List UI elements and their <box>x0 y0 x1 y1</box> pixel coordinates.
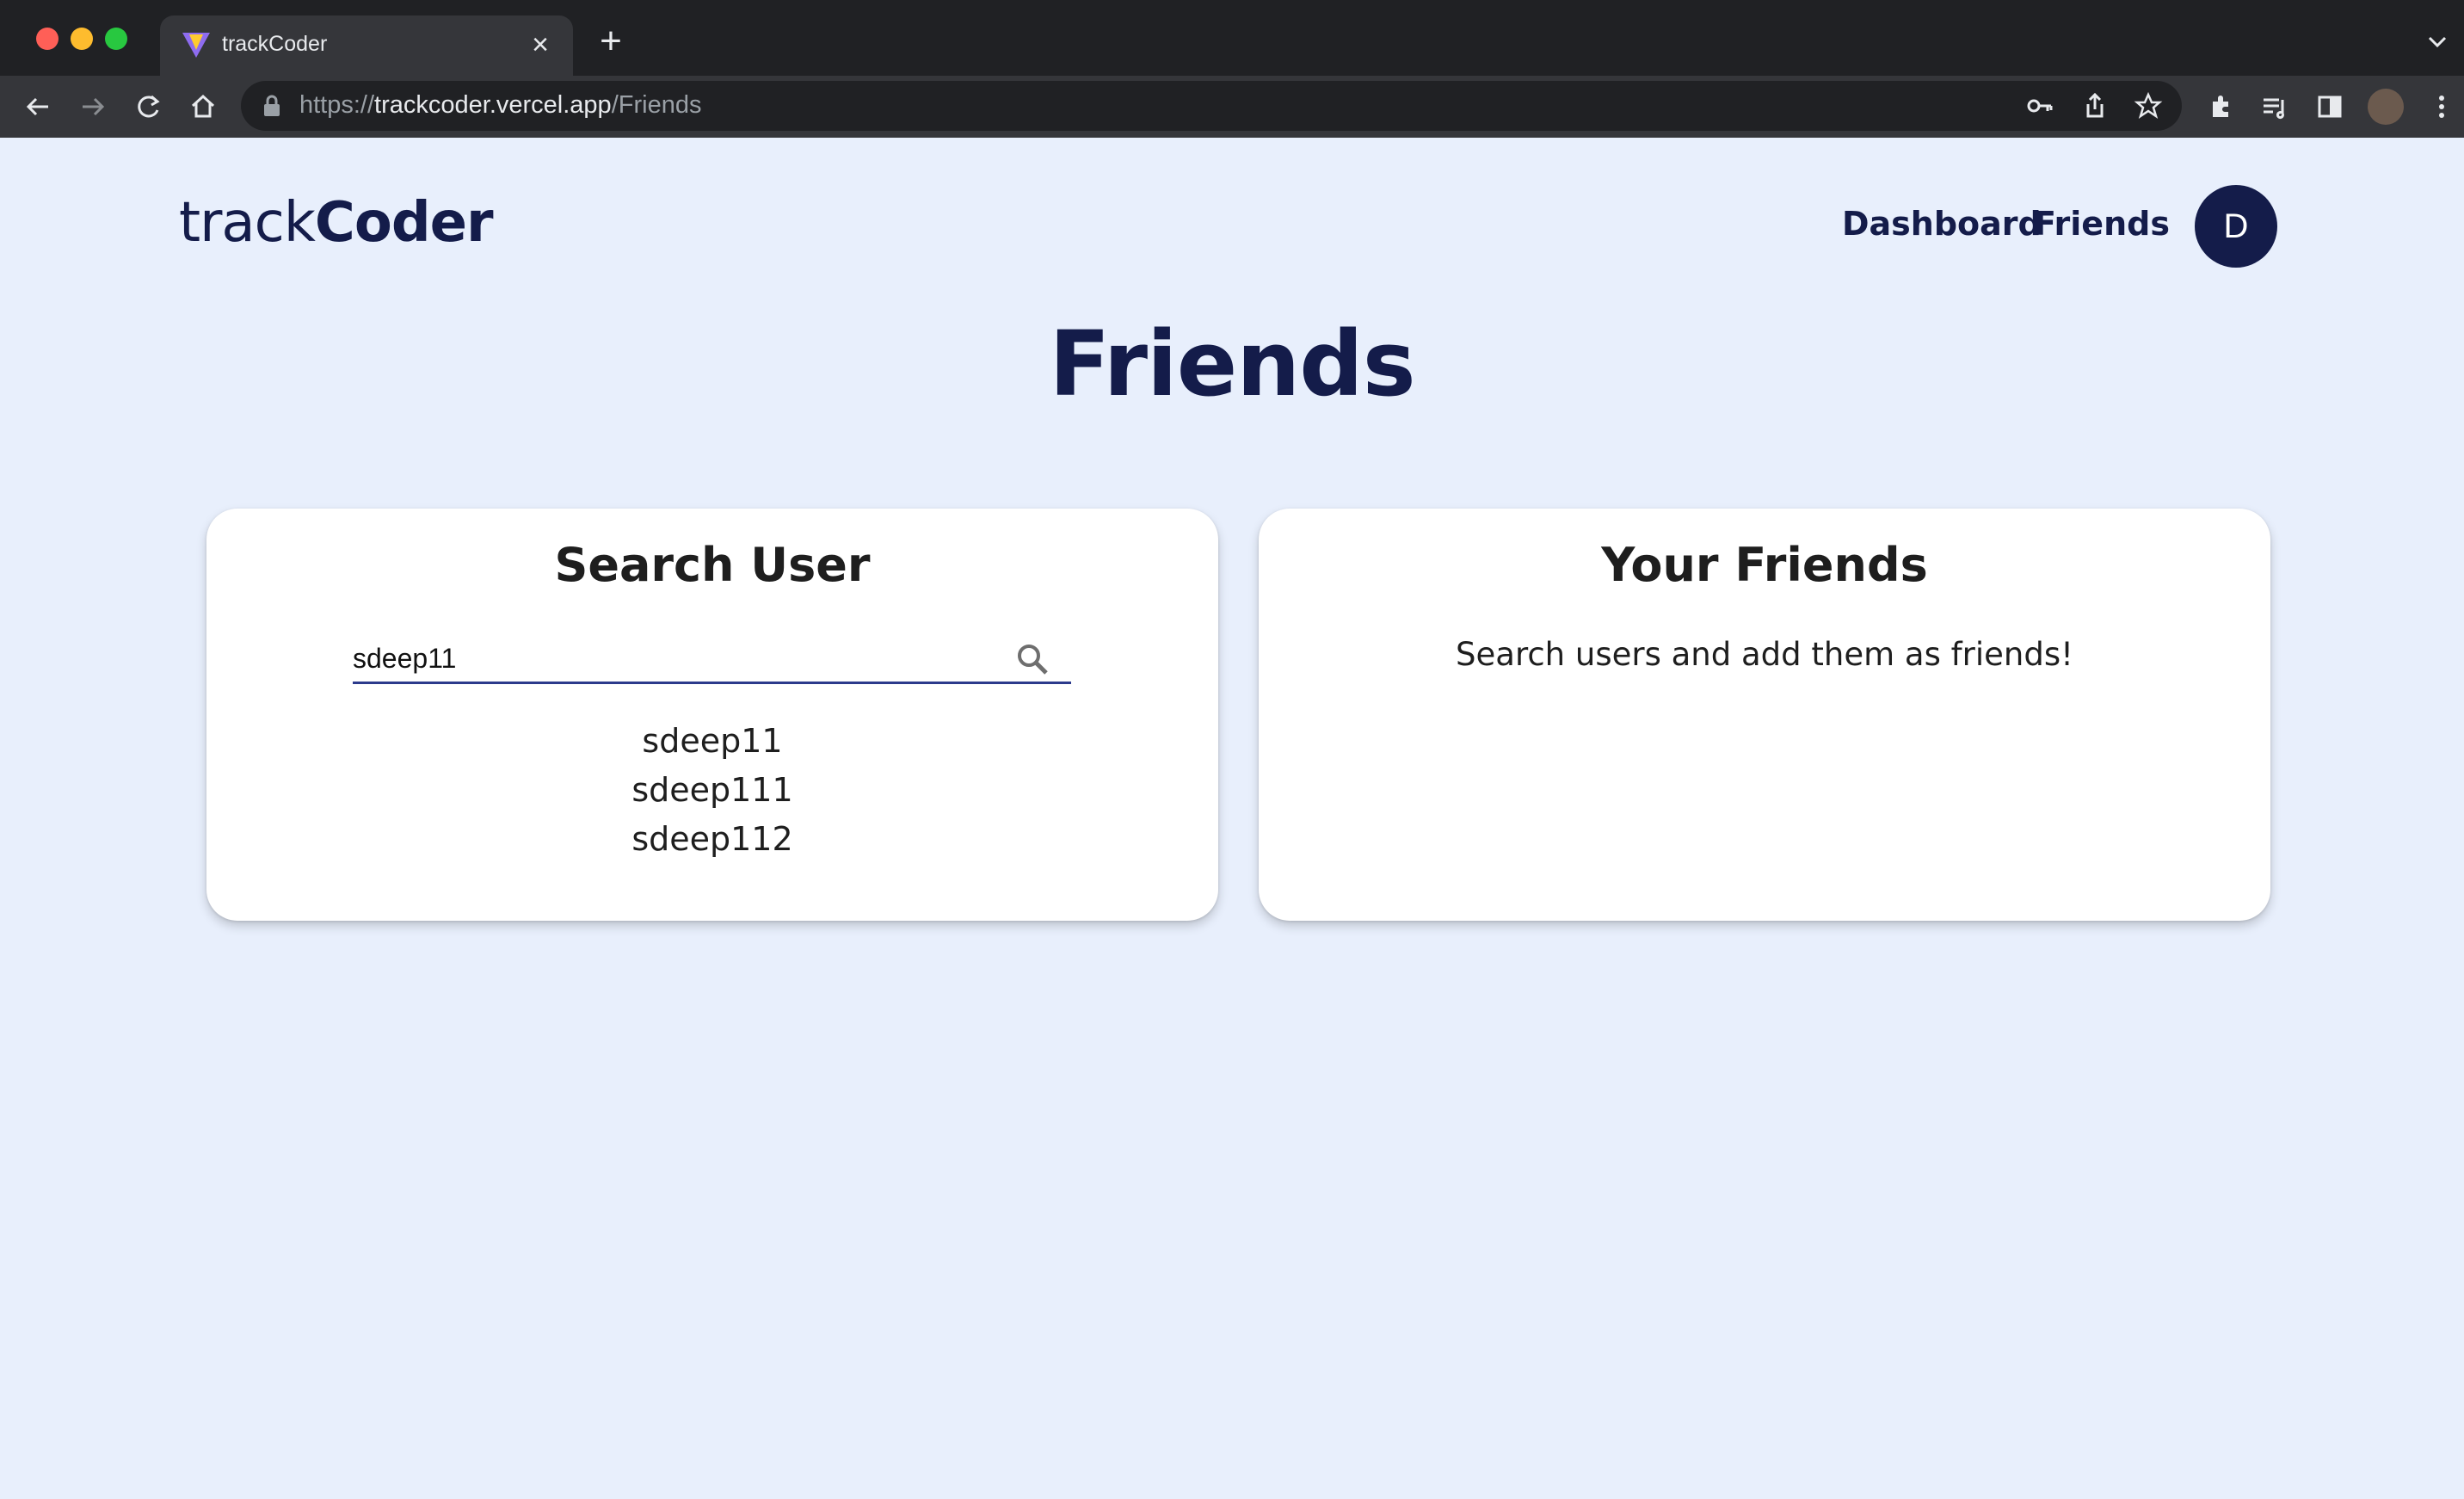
lock-icon[interactable] <box>262 95 282 117</box>
search-input[interactable] <box>353 636 1007 681</box>
search-result-item[interactable]: sdeep111 <box>206 766 1218 815</box>
search-user-card: Search User sdeep11 sdeep111 sdeep112 <box>206 509 1218 921</box>
search-results-list: sdeep11 sdeep111 sdeep112 <box>206 717 1218 864</box>
maximize-window-button[interactable] <box>105 28 127 50</box>
tab-search-chevron-icon[interactable] <box>2424 29 2450 55</box>
url-path: /Friends <box>611 91 702 119</box>
nav-link-dashboard[interactable]: Dashboard <box>1842 205 2042 243</box>
reading-list-icon[interactable] <box>2258 89 2292 124</box>
search-result-item[interactable]: sdeep112 <box>206 815 1218 864</box>
profile-avatar-icon[interactable] <box>2368 89 2404 125</box>
new-tab-icon[interactable]: + <box>594 22 628 60</box>
tab-title: trackCoder <box>222 32 328 56</box>
back-icon[interactable] <box>21 89 55 124</box>
url-text: https://trackcoder.vercel.app/Friends <box>299 91 701 120</box>
close-tab-icon[interactable]: × <box>523 28 557 62</box>
your-friends-card: Your Friends Search users and add them a… <box>1259 509 2270 921</box>
search-card-title: Search User <box>554 538 871 592</box>
browser-tab-active[interactable]: trackCoder × <box>160 15 573 76</box>
key-icon[interactable] <box>2025 91 2054 120</box>
url-host: trackcoder.vercel.app <box>374 91 612 119</box>
bookmark-star-icon[interactable] <box>2134 91 2163 120</box>
more-menu-icon[interactable] <box>2424 89 2459 124</box>
share-icon[interactable] <box>2080 91 2110 120</box>
friends-card-title: Your Friends <box>1601 538 1928 592</box>
nav-link-friends[interactable]: Friends <box>2034 205 2170 243</box>
search-icon[interactable] <box>1014 641 1050 677</box>
logo-bold-text: Coder <box>314 191 494 255</box>
vite-favicon-icon <box>182 33 210 58</box>
search-result-item[interactable]: sdeep11 <box>206 717 1218 766</box>
browser-tab-bar: trackCoder × + <box>0 0 2464 76</box>
forward-icon[interactable] <box>76 89 110 124</box>
reload-icon[interactable] <box>131 89 165 124</box>
close-window-button[interactable] <box>36 28 59 50</box>
friends-empty-message: Search users and add them as friends! <box>1456 636 2073 673</box>
address-bar[interactable]: https://trackcoder.vercel.app/Friends <box>241 81 2182 131</box>
logo[interactable]: trackCoder <box>179 191 494 255</box>
side-panel-icon[interactable] <box>2313 89 2347 124</box>
page-title: Friends <box>1049 312 1415 416</box>
minimize-window-button[interactable] <box>71 28 93 50</box>
logo-light-text: track <box>179 191 316 255</box>
home-icon[interactable] <box>186 89 220 124</box>
user-avatar[interactable]: D <box>2195 185 2277 268</box>
extensions-icon[interactable] <box>2204 89 2239 124</box>
search-field <box>353 636 1071 684</box>
url-scheme: https:// <box>299 91 375 119</box>
